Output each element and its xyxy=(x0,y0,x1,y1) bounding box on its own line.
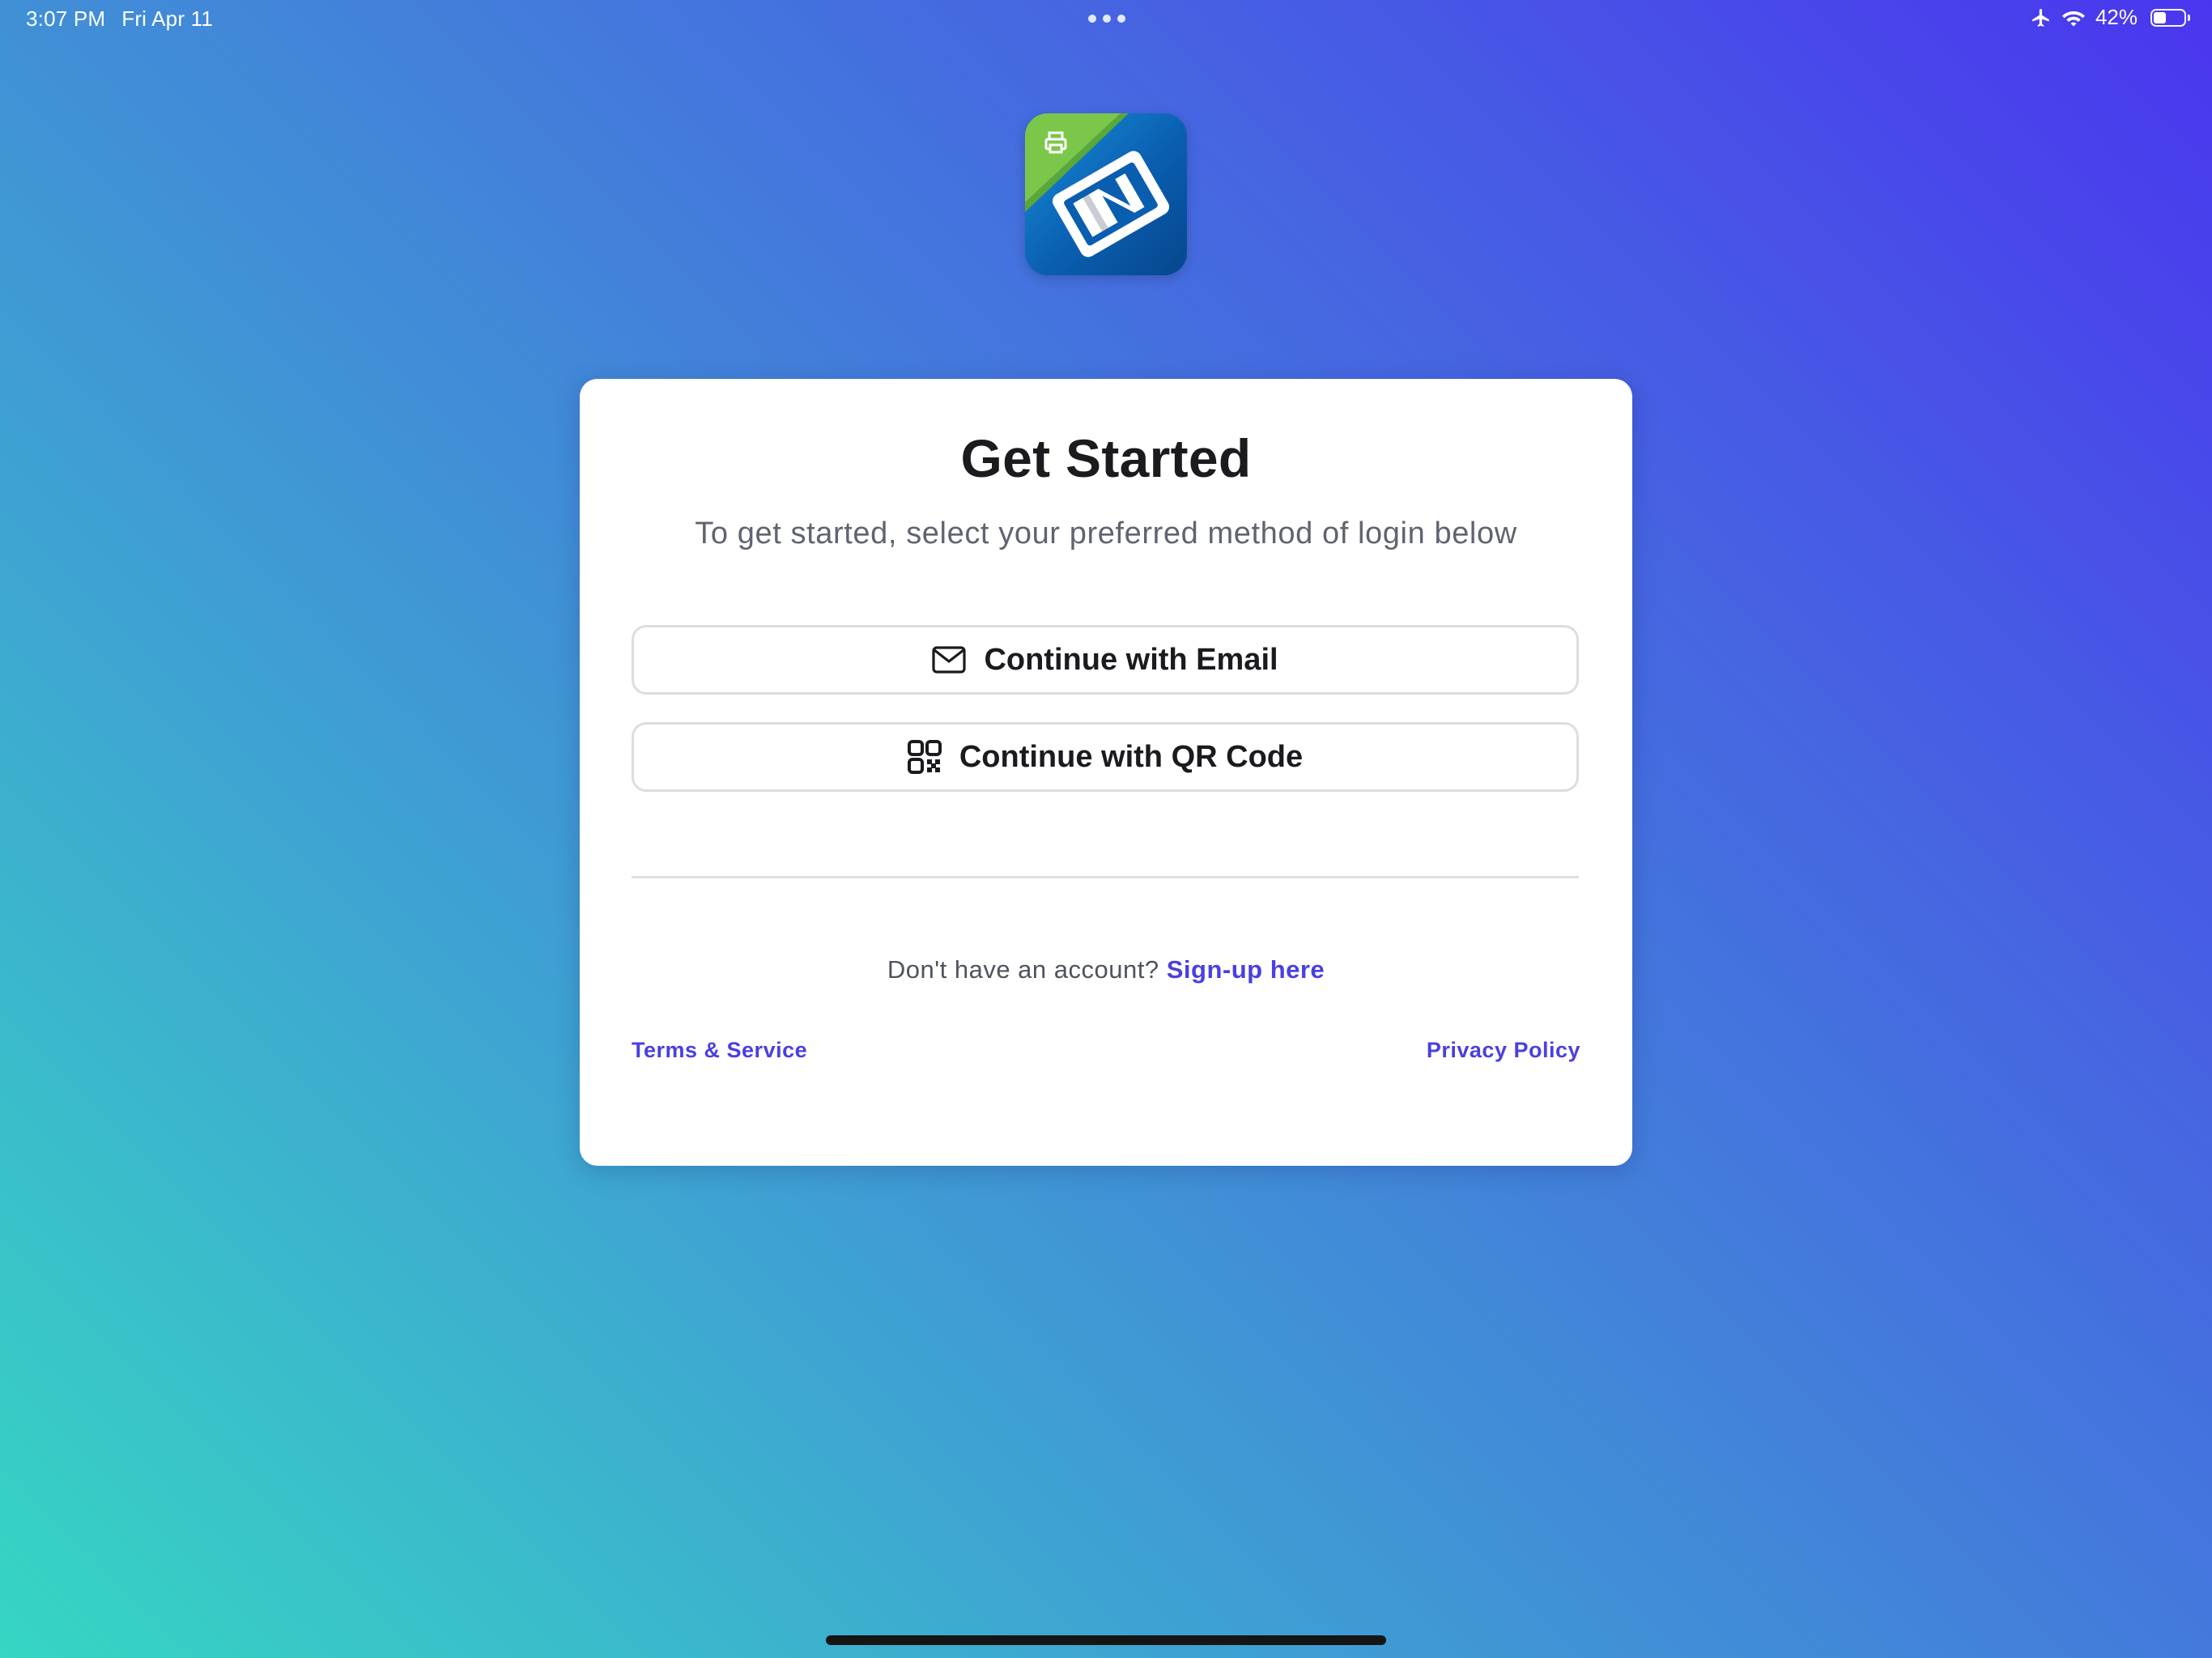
login-card: Get Started To get started, select your … xyxy=(580,379,1632,1166)
qr-code-icon xyxy=(907,740,942,774)
dot-icon xyxy=(1117,15,1125,23)
terms-link[interactable]: Terms & Service xyxy=(632,1038,807,1063)
signup-prompt-line: Don't have an account? Sign-up here xyxy=(580,955,1632,984)
page-subtitle: To get started, select your preferred me… xyxy=(695,517,1517,551)
signup-prompt: Don't have an account? xyxy=(887,955,1159,984)
home-indicator[interactable] xyxy=(826,1635,1386,1645)
multitasking-menu[interactable] xyxy=(1088,15,1125,23)
status-time-date: 3:07 PM Fri Apr 11 xyxy=(26,6,229,32)
battery-icon xyxy=(2150,8,2190,27)
privacy-policy-link[interactable]: Privacy Policy xyxy=(1427,1038,1580,1063)
airplane-icon xyxy=(2031,7,2052,28)
status-indicators: 42% xyxy=(2031,5,2190,30)
qr-button-label: Continue with QR Code xyxy=(959,739,1304,774)
signup-link[interactable]: Sign-up here xyxy=(1167,955,1325,984)
divider xyxy=(632,876,1579,878)
app-logo-icon xyxy=(1025,113,1187,275)
continue-with-qr-code-button[interactable]: Continue with QR Code xyxy=(632,722,1579,792)
dot-icon xyxy=(1088,15,1096,23)
page-title: Get Started xyxy=(960,428,1252,488)
continue-with-email-button[interactable]: Continue with Email xyxy=(632,625,1579,695)
status-date: Fri Apr 11 xyxy=(121,6,214,31)
status-bar: 3:07 PM Fri Apr 11 42% xyxy=(0,0,2212,39)
battery-percent: 42% xyxy=(2095,5,2138,29)
mail-icon xyxy=(932,646,967,674)
email-button-label: Continue with Email xyxy=(984,642,1278,677)
status-time: 3:07 PM xyxy=(26,6,106,31)
battery-level xyxy=(2154,11,2167,23)
wifi-icon xyxy=(2061,8,2086,28)
dot-icon xyxy=(1103,15,1111,23)
